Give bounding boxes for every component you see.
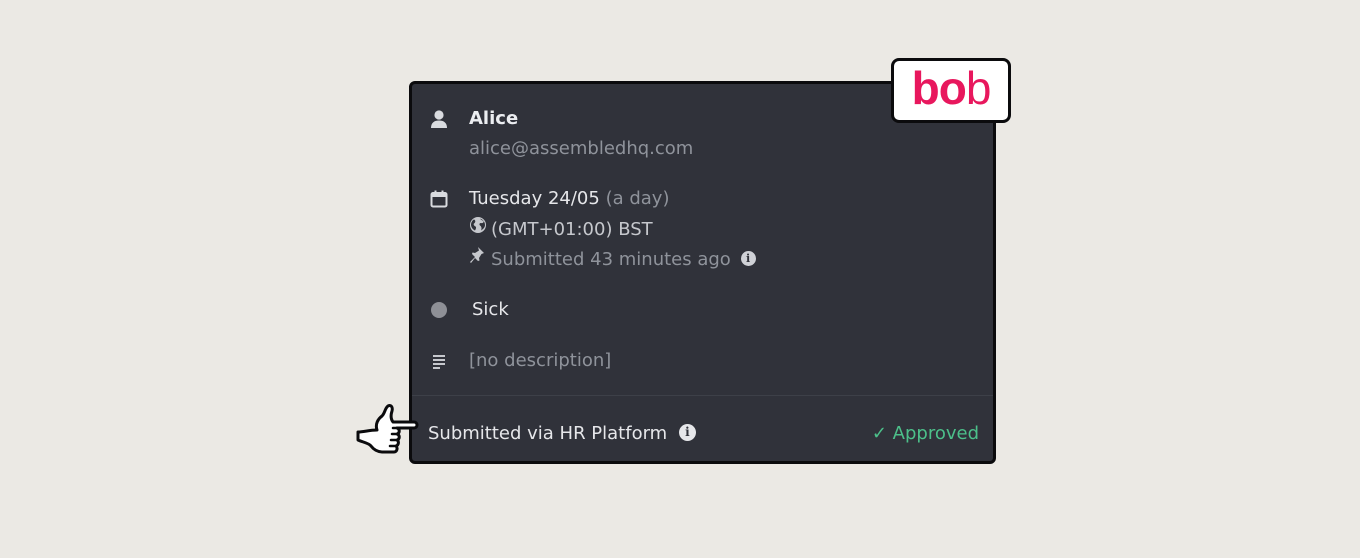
timezone-offset: (GMT+01:00) <box>491 219 613 240</box>
user-name: Alice <box>469 108 519 129</box>
user-email: alice@assembledhq.com <box>469 138 694 159</box>
bob-logo-text: bob <box>911 61 992 114</box>
time-off-card: Alice alice@assembledhq.com Tuesday 24/0… <box>409 81 996 464</box>
event-description: [no description] <box>469 350 612 371</box>
timezone-line: (GMT+01:00) BST <box>469 216 653 242</box>
submission-source: Submitted via HR Platform i <box>428 423 696 445</box>
checkmark-icon: ✓ <box>871 423 887 444</box>
submission-source-label: Submitted via HR Platform <box>428 423 668 444</box>
footer-divider <box>412 395 993 396</box>
info-icon[interactable]: i <box>678 423 696 441</box>
event-duration: (a day) <box>605 188 670 209</box>
description-lines-icon <box>428 350 450 372</box>
person-icon <box>428 108 450 130</box>
info-icon[interactable]: i <box>740 250 756 266</box>
calendar-icon <box>428 188 450 210</box>
bob-logo: bob <box>891 58 1011 123</box>
timezone-name: BST <box>618 219 653 240</box>
submitted-line: Submitted 43 minutes ago i <box>469 246 756 272</box>
event-date-line: Tuesday 24/05 (a day) <box>469 188 669 210</box>
pointing-hand-icon <box>352 400 420 462</box>
approval-status-label: Approved <box>892 423 979 444</box>
approval-status: ✓ Approved <box>872 423 979 445</box>
pushpin-icon <box>469 246 487 270</box>
status-dot-icon <box>428 299 450 321</box>
submitted-time: Submitted 43 minutes ago <box>491 249 731 270</box>
globe-icon <box>469 216 487 240</box>
event-date: Tuesday 24/05 <box>469 188 600 209</box>
event-type: Sick <box>472 299 509 320</box>
